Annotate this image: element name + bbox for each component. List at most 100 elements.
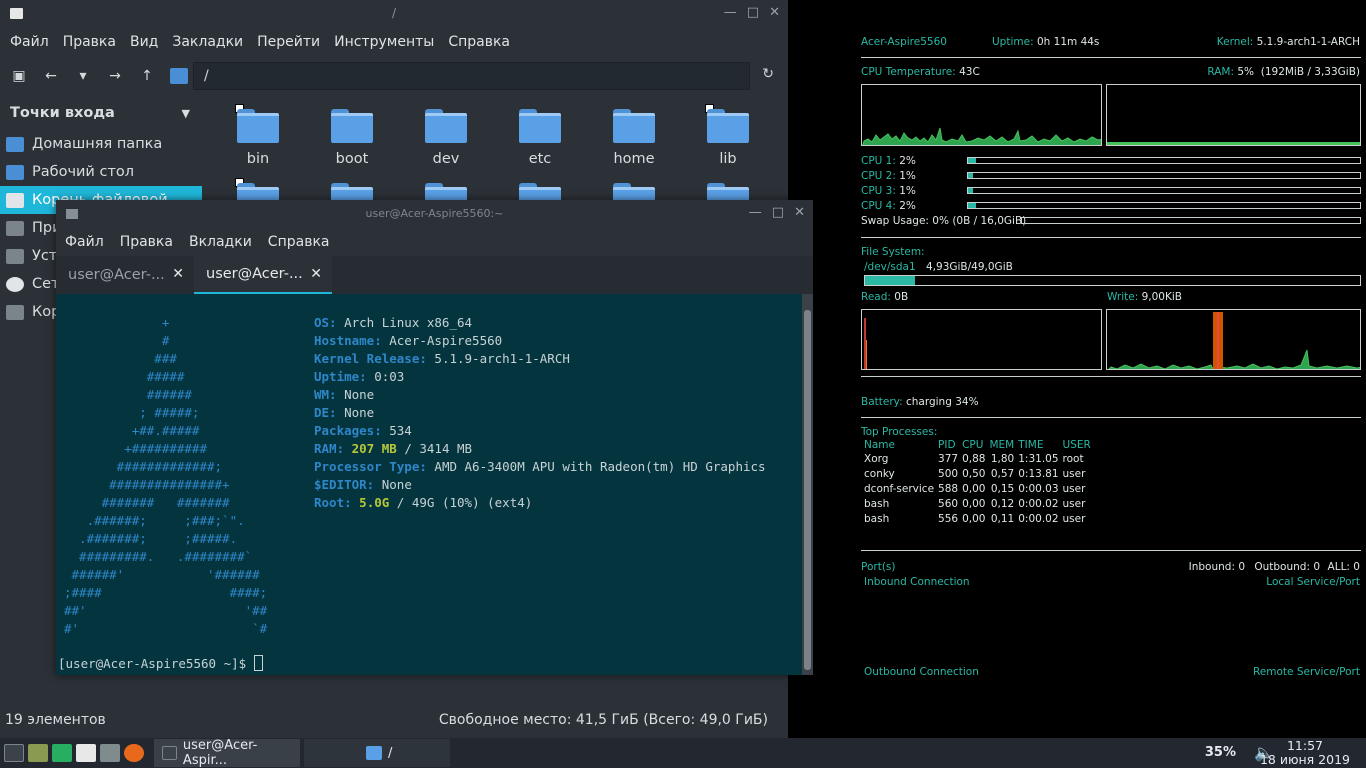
all-count: ALL: 0 [1327,561,1360,573]
menu-help[interactable]: Справка [448,34,510,50]
chevron-down-icon[interactable]: ▼ [182,107,190,120]
history-chevron-down-icon[interactable]: ▾ [74,68,92,84]
table-cell: 0,50 [962,467,986,480]
forward-icon[interactable]: → [106,68,124,84]
reload-icon[interactable]: ↻ [762,66,774,82]
terminal-tab[interactable]: user@Acer-... ✕ [56,256,194,294]
table-cell: 0,15 [990,482,1015,495]
home-icon[interactable] [170,68,188,84]
folder-item[interactable]: lib [688,109,768,167]
tab-close-icon[interactable]: ✕ [310,266,322,282]
top-processes-label: Top Processes: [861,426,938,438]
tab-close-icon[interactable]: ✕ [172,266,184,282]
menu-edit[interactable]: Правка [63,34,116,50]
disk-read-graph-svg [864,318,867,369]
fm-statusbar: 19 элементов Свободное место: 41,5 ГиБ (… [0,702,788,738]
minimize-icon[interactable]: — [724,5,737,20]
uptime-value: 0h 11m 44s [1036,36,1100,48]
table-cell: root [1062,452,1084,465]
menu-help[interactable]: Справка [268,234,330,250]
calculator-launcher-icon[interactable] [100,744,120,762]
close-icon[interactable]: ✕ [769,5,780,20]
task-terminal[interactable]: user@Acer-Aspir... [154,738,300,768]
folder-item[interactable]: dev [406,109,486,167]
shell-prompt[interactable]: [user@Acer-Aspire5560 ~]$ [58,655,263,673]
task-file-manager[interactable]: / [304,739,450,767]
file-manager-launcher-icon[interactable] [28,744,48,762]
terminal-scrollbar[interactable] [802,294,813,675]
conky-separator [861,237,1361,238]
back-icon[interactable]: ← [42,68,60,84]
conky-separator [861,550,1361,551]
swap-detail: (0B / 16,0GiB) [952,215,1027,227]
cpu3-value: 1% [899,185,916,197]
table-cell: 560 [938,497,959,510]
menu-go[interactable]: Перейти [257,34,320,50]
battery-indicator[interactable]: 35% [1205,745,1236,760]
sidebar-item-desktop[interactable]: Рабочий стол [0,158,202,186]
cpu-temp-value: 43C [959,66,980,78]
menu-file[interactable]: Файл [65,234,104,250]
table-cell: 0:00.03 [1018,482,1059,495]
outbound-count: Outbound: 0 [1254,561,1320,573]
up-icon[interactable]: ↑ [138,68,156,84]
folder-item[interactable]: boot [312,109,392,167]
sysinfo-value: AMD A6-3400M APU with Radeon(tm) HD Grap… [426,459,766,474]
swap-bar [1021,217,1361,224]
sysinfo-line: OS: Arch Linux x86_64 [314,314,766,332]
system-info: OS: Arch Linux x86_64 Hostname: Acer-Aspi… [314,314,766,512]
menu-file[interactable]: Файл [10,34,49,50]
path-input[interactable]: / [193,62,750,90]
terminal-titlebar[interactable]: user@Acer-Aspire5560:~ — □ ✕ [56,200,813,228]
fs-bar [864,275,1361,286]
table-cell: 0:00.02 [1018,512,1059,525]
sidebar-item-home[interactable]: Домашняя папка [0,130,202,158]
menu-tools[interactable]: Инструменты [334,34,434,50]
sysinfo-key: Uptime: [314,369,367,384]
cpu3-bar-fill [968,188,973,193]
menu-edit[interactable]: Правка [120,234,173,250]
sidebar-header[interactable]: Точки входа ▼ [0,96,202,130]
menu-view[interactable]: Вид [130,34,158,50]
fm-titlebar[interactable]: / — □ ✕ [0,0,788,28]
cpu2-bar [967,172,1361,179]
folder-icon [613,109,655,143]
col-mem: MEM [989,439,1015,451]
sysinfo-value: / 3414 MB [396,441,473,456]
ram-graph [1106,84,1361,146]
close-icon[interactable]: ✕ [794,205,805,220]
sysinfo-key: DE: [314,405,337,420]
taskbar: user@Acer-Aspir... / 35% 🔈 11:57 18 июня… [0,738,1366,768]
battery-value: charging 34% [905,396,979,408]
terminal-launcher-icon[interactable] [4,744,24,762]
menu-bookmarks[interactable]: Закладки [172,34,243,50]
maximize-icon[interactable]: □ [772,205,784,220]
folder-item[interactable]: home [594,109,674,167]
folder-label: lib [719,151,737,167]
conky-host: Acer-Aspire5560 [861,36,947,48]
folder-item[interactable]: bin [218,109,298,167]
desktop: / — □ ✕ Файл Правка Вид Закладки Перейти… [0,0,1366,768]
system-monitor-launcher-icon[interactable] [52,744,72,762]
maximize-icon[interactable]: □ [747,5,759,20]
kernel-value: 5.1.9-arch1-1-ARCH [1256,36,1360,48]
cpu1-bar [967,157,1361,164]
sidebar-item-label: Домашняя папка [32,136,163,152]
tab-label: user@Acer-... [68,267,165,283]
scrollbar-thumb[interactable] [804,310,811,670]
terminal-tab-active[interactable]: user@Acer-... ✕ [194,256,332,294]
clock[interactable]: 11:57 18 июня 2019 [1260,739,1350,767]
text-editor-launcher-icon[interactable] [76,744,96,762]
new-tab-icon[interactable]: ▣ [10,68,28,84]
terminal-output[interactable]: + # ### ##### ###### ; #####; +##.##### … [56,294,802,675]
swap-value: 0% [932,215,949,227]
inbound-connection-label: Inbound Connection [864,576,970,588]
folder-item[interactable]: etc [500,109,580,167]
conky-separator [861,57,1361,58]
minimize-icon[interactable]: — [749,205,762,220]
firefox-launcher-icon[interactable] [124,744,144,762]
sysinfo-key: Kernel Release: [314,351,427,366]
process-table-body: Xorg 377 0,88 1,80 1:31.05 root conky 500 0,50 0,… [864,451,1095,526]
folder-icon [331,109,373,143]
menu-tabs[interactable]: Вкладки [189,234,252,250]
